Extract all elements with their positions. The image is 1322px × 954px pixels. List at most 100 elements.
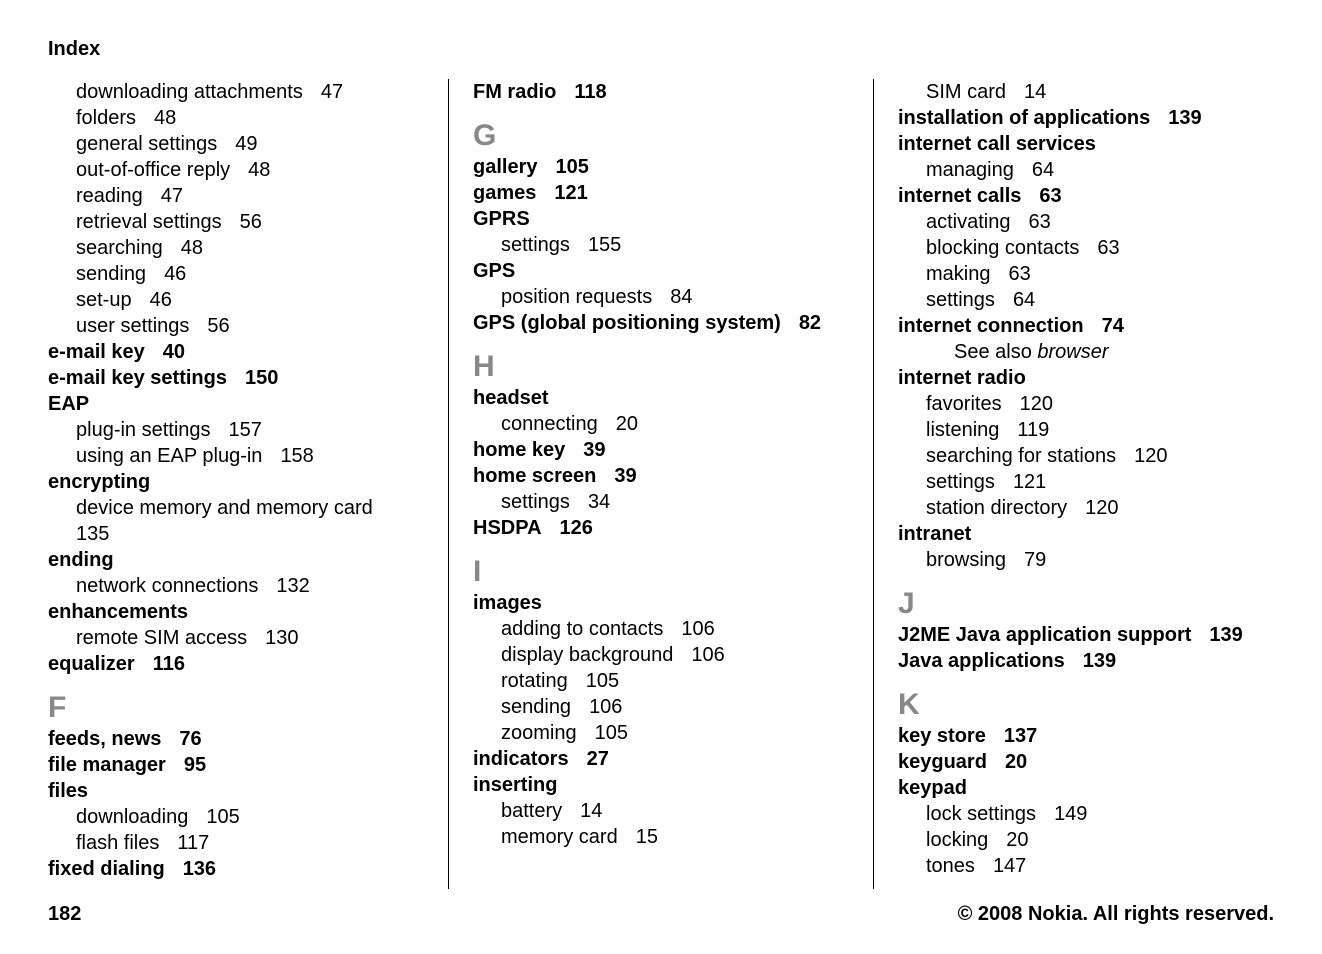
entry-text: installation of applications	[898, 107, 1150, 129]
index-entry: battery14	[473, 798, 849, 824]
index-entry: internet connection74	[898, 313, 1274, 339]
entry-text: file manager	[48, 754, 166, 776]
entry-text: encrypting	[48, 471, 150, 493]
page-ref: 106	[691, 644, 724, 666]
index-entry: flash files117	[48, 830, 424, 856]
col2-H: headsetconnecting20home key39home screen…	[473, 385, 849, 541]
page-ref: 157	[229, 419, 262, 441]
entry-text: sending	[76, 263, 146, 285]
index-entry: home key 39	[473, 437, 849, 463]
index-entry: connecting20	[473, 411, 849, 437]
entry-text: J2ME Java application support	[898, 624, 1191, 646]
entry-text: out-of-office reply	[76, 159, 230, 181]
page-ref: 56	[207, 315, 229, 337]
page-ref: 20	[1006, 829, 1028, 851]
index-entry: sending106	[473, 694, 849, 720]
page-ref: 135	[76, 523, 109, 545]
entry-text: gallery	[473, 156, 537, 178]
index-entry: See also browser	[898, 339, 1274, 365]
index-entry: EAP	[48, 391, 424, 417]
index-entry: fixed dialing136	[48, 856, 424, 882]
page-ref: 130	[265, 627, 298, 649]
letter-K: K	[898, 688, 1274, 721]
entry-text: home screen	[473, 465, 596, 487]
index-entry: home screen39	[473, 463, 849, 489]
index-entry: GPS (global positioning system)82	[473, 310, 849, 336]
index-entry: SIM card14	[898, 79, 1274, 105]
page-ref: 119	[1017, 419, 1049, 441]
entry-text: settings	[501, 234, 570, 256]
page-ref: 64	[1032, 159, 1054, 181]
index-entry: GPS	[473, 258, 849, 284]
index-entry: zooming105	[473, 720, 849, 746]
entry-text: retrieval settings	[76, 211, 222, 233]
page-ref: 121	[554, 182, 587, 204]
index-entry: favorites120	[898, 391, 1274, 417]
index-entry: inserting	[473, 772, 849, 798]
entry-text: settings	[926, 289, 995, 311]
entry-text: HSDPA	[473, 517, 542, 539]
index-entry: searching48	[48, 235, 424, 261]
page-ref: 27	[587, 748, 609, 770]
page-ref: 64	[1013, 289, 1035, 311]
entry-text: battery	[501, 800, 562, 822]
page-ref: 39	[583, 439, 605, 461]
entry-text: reading	[76, 185, 143, 207]
index-entry: network connections132	[48, 573, 424, 599]
entry-text: ending	[48, 549, 114, 571]
entry-text: feeds, news	[48, 728, 161, 750]
page-ref: 137	[1004, 725, 1037, 747]
page-ref: 120	[1020, 393, 1053, 415]
page-ref: 40	[163, 341, 185, 363]
see-also-target: browser	[1037, 341, 1108, 363]
letter-H: H	[473, 350, 849, 383]
entry-text: folders	[76, 107, 136, 129]
index-entry: ending	[48, 547, 424, 573]
page-ref: 149	[1054, 803, 1087, 825]
page-ref: 76	[179, 728, 201, 750]
index-entry: searching for stations120	[898, 443, 1274, 469]
index-entry: folders48	[48, 105, 424, 131]
index-entry: device memory and memory card135	[48, 495, 424, 547]
index-entry: Java applications139	[898, 648, 1274, 674]
index-entry: making63	[898, 261, 1274, 287]
entry-text: games	[473, 182, 536, 204]
index-entry: headset	[473, 385, 849, 411]
entry-text: downloading	[76, 806, 188, 828]
entry-text: home key	[473, 439, 565, 461]
page-ref: 46	[164, 263, 186, 285]
index-entry: internet radio	[898, 365, 1274, 391]
entry-text: rotating	[501, 670, 568, 692]
index-entry: intranet	[898, 521, 1274, 547]
page-ref: 34	[588, 491, 610, 513]
index-entry: internet calls63	[898, 183, 1274, 209]
page-ref: 82	[799, 312, 821, 334]
page-ref: 121	[1013, 471, 1046, 493]
page-ref: 120	[1134, 445, 1167, 467]
entry-text: files	[48, 780, 88, 802]
page-ref: 20	[1005, 751, 1027, 773]
page-ref: 63	[1097, 237, 1119, 259]
entry-text: key store	[898, 725, 986, 747]
index-entry: FM radio118	[473, 79, 849, 105]
entry-text: station directory	[926, 497, 1067, 519]
index-entry: indicators27	[473, 746, 849, 772]
index-entry: rotating105	[473, 668, 849, 694]
index-entry: set-up46	[48, 287, 424, 313]
page-ref: 20	[616, 413, 638, 435]
page-ref: 136	[183, 858, 216, 880]
index-entry: HSDPA126	[473, 515, 849, 541]
col3-J: J2ME Java application support 139Java app…	[898, 622, 1274, 674]
entry-text: headset	[473, 387, 549, 409]
index-entry: e-mail key40	[48, 339, 424, 365]
index-entry: files	[48, 778, 424, 804]
page-ref: 139	[1209, 624, 1242, 646]
index-entry: reading47	[48, 183, 424, 209]
col2-I: imagesadding to contacts106display backg…	[473, 590, 849, 850]
page-ref: 95	[184, 754, 206, 776]
index-entry: blocking contacts63	[898, 235, 1274, 261]
col3-K: key store137keyguard20keypadlock setting…	[898, 723, 1274, 879]
page-ref: 120	[1085, 497, 1118, 519]
page-ref: 14	[1024, 81, 1046, 103]
index-entry: position requests84	[473, 284, 849, 310]
